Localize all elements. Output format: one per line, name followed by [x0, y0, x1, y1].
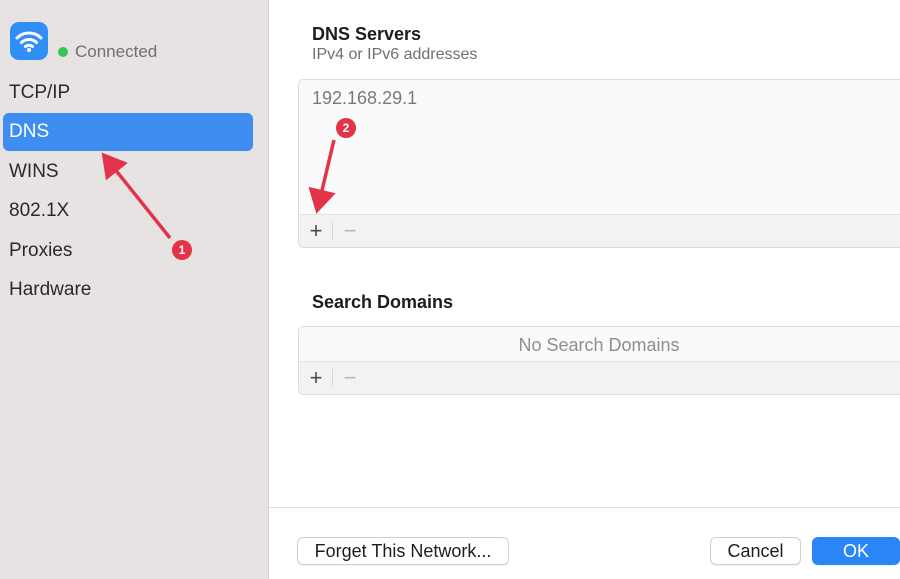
- sidebar-item-8021x[interactable]: 802.1X: [3, 192, 253, 230]
- search-domains-title: Search Domains: [312, 292, 454, 312]
- ok-button[interactable]: OK: [812, 537, 900, 565]
- sidebar-item-wins[interactable]: WINS: [3, 153, 253, 191]
- connection-status: Connected: [75, 42, 158, 61]
- status-dot-icon: [58, 47, 68, 57]
- toolbar-divider: [332, 369, 333, 387]
- forget-network-button[interactable]: Forget This Network...: [297, 537, 509, 565]
- dns-server-entry[interactable]: 192.168.29.1: [312, 88, 417, 109]
- add-search-domain-button[interactable]: +: [300, 362, 332, 394]
- remove-dns-server-button[interactable]: −: [334, 215, 366, 247]
- sidebar: Connected TCP/IP DNS WINS 802.1X Proxies…: [0, 0, 269, 579]
- sidebar-item-proxies[interactable]: Proxies: [3, 232, 253, 270]
- annotation-badge-1: 1: [172, 240, 192, 260]
- dns-servers-subtitle: IPv4 or IPv6 addresses: [312, 46, 478, 63]
- search-domains-list[interactable]: No Search Domains + −: [298, 326, 900, 395]
- remove-search-domain-button[interactable]: −: [334, 362, 366, 394]
- add-dns-server-button[interactable]: +: [300, 215, 332, 247]
- annotation-badge-2: 2: [336, 118, 356, 138]
- search-domains-empty-text: No Search Domains: [518, 335, 680, 355]
- footer-divider: [269, 507, 900, 508]
- sidebar-item-tcpip[interactable]: TCP/IP: [3, 74, 253, 112]
- dns-servers-title: DNS Servers: [312, 24, 422, 44]
- sidebar-item-hardware[interactable]: Hardware: [3, 271, 253, 309]
- dns-servers-list[interactable]: 192.168.29.1 + −: [298, 79, 900, 248]
- sidebar-item-dns[interactable]: DNS: [3, 113, 253, 151]
- wifi-icon: [10, 22, 48, 60]
- search-list-toolbar: + −: [299, 361, 900, 394]
- toolbar-divider: [332, 222, 333, 240]
- cancel-button[interactable]: Cancel: [710, 537, 801, 565]
- dns-list-toolbar: + −: [299, 214, 900, 247]
